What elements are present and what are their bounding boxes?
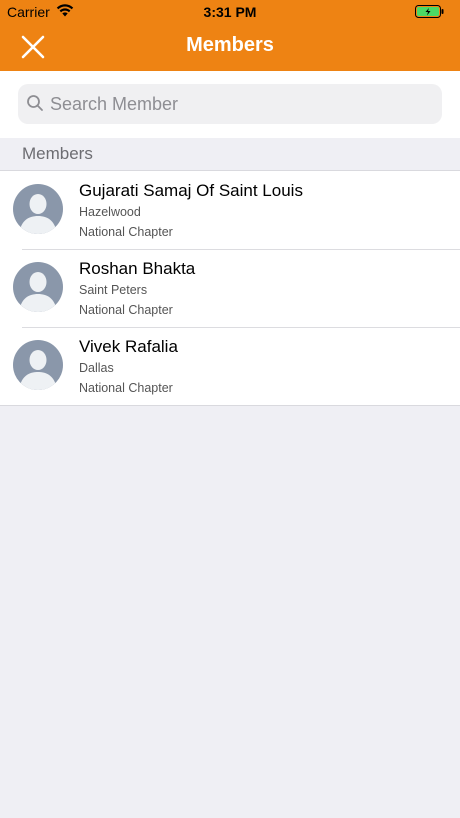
member-location: Saint Peters	[79, 283, 148, 297]
page-title: Members	[186, 34, 274, 56]
status-bar: Carrier 3:31 PM	[0, 0, 460, 24]
member-name: Vivek Rafalia	[79, 337, 178, 356]
member-chapter: National Chapter	[79, 303, 173, 317]
search-icon	[26, 94, 44, 117]
member-location: Dallas	[79, 361, 114, 375]
search-input[interactable]	[50, 84, 430, 124]
member-chapter: National Chapter	[79, 225, 173, 239]
battery-icon	[415, 5, 445, 21]
section-header: Members	[0, 138, 460, 171]
search-area	[0, 71, 460, 138]
search-box[interactable]	[18, 84, 442, 124]
member-row[interactable]: Vivek Rafalia Dallas National Chapter	[0, 327, 460, 405]
status-time: 3:31 PM	[203, 4, 257, 20]
member-list: Gujarati Samaj Of Saint Louis Hazelwood …	[0, 171, 460, 406]
member-name: Gujarati Samaj Of Saint Louis	[79, 181, 303, 200]
nav-bar: Members	[0, 24, 460, 71]
avatar	[13, 184, 63, 234]
member-name: Roshan Bhakta	[79, 259, 196, 278]
member-location: Hazelwood	[79, 205, 141, 219]
member-row[interactable]: Roshan Bhakta Saint Peters National Chap…	[0, 249, 460, 327]
header: Carrier 3:31 PM Members	[0, 0, 460, 71]
member-row[interactable]: Gujarati Samaj Of Saint Louis Hazelwood …	[0, 171, 460, 249]
avatar	[13, 262, 63, 312]
member-chapter: National Chapter	[79, 381, 173, 395]
avatar	[13, 340, 63, 390]
